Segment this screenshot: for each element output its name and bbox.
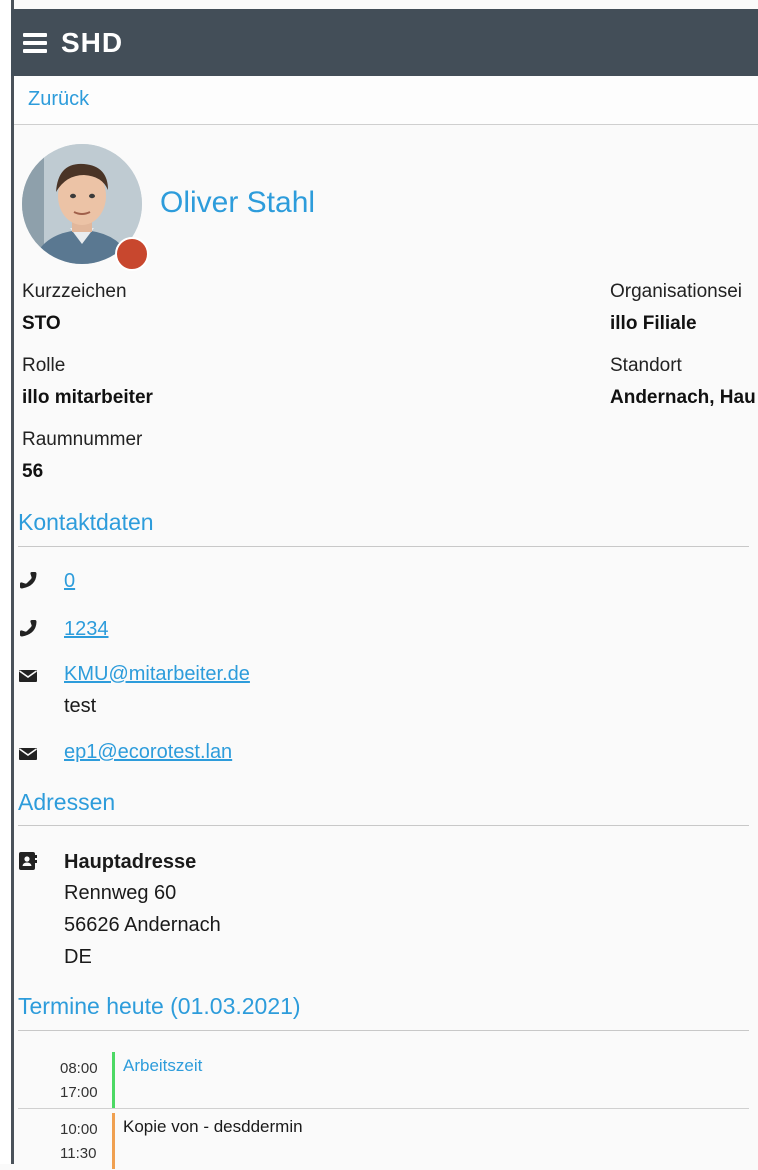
- appointment-start-time: 10:00: [60, 1121, 98, 1138]
- field-value-standort: Andernach, Hau: [610, 387, 756, 408]
- status-indicator: [115, 237, 149, 271]
- field-label-standort: Standort: [610, 355, 682, 376]
- appointment-row[interactable]: 10:00 11:30 Kopie von - desddermin: [18, 1109, 749, 1170]
- section-title-addresses: Adressen: [18, 789, 116, 815]
- app-header: SHD: [11, 9, 758, 76]
- appointment-row[interactable]: 08:00 17:00 Arbeitszeit: [18, 1048, 749, 1109]
- appointment-end-time: 17:00: [60, 1084, 98, 1101]
- appointment-end-time: 11:30: [60, 1145, 97, 1162]
- address-card-icon: [19, 852, 37, 870]
- person-name: Oliver Stahl: [160, 186, 316, 219]
- appointment-color-bar: [112, 1113, 115, 1169]
- phone-icon: [20, 572, 37, 589]
- back-link[interactable]: Zurück: [28, 88, 89, 111]
- phone-icon: [20, 620, 37, 637]
- section-divider: [18, 546, 749, 547]
- appointment-color-bar: [112, 1052, 115, 1108]
- contact-email-link[interactable]: KMU@mitarbeiter.de: [64, 663, 250, 686]
- section-divider: [18, 825, 749, 826]
- contact-email-link[interactable]: ep1@ecorotest.lan: [64, 741, 232, 764]
- address-label: Hauptadresse: [64, 851, 197, 873]
- field-label-raumnummer: Raumnummer: [22, 429, 143, 450]
- contact-phone-link[interactable]: 1234: [64, 618, 109, 641]
- sub-navigation-bar: Zurück: [14, 76, 758, 125]
- field-label-organisationseinheit: Organisationsei: [610, 281, 743, 302]
- hamburger-menu-icon[interactable]: [23, 32, 47, 53]
- envelope-icon: [19, 670, 37, 682]
- appointment-title[interactable]: Kopie von - desddermin: [123, 1117, 303, 1137]
- window-left-edge: [0, 0, 11, 1164]
- contact-phone-link[interactable]: 0: [64, 570, 75, 593]
- field-label-rolle: Rolle: [22, 355, 66, 376]
- address-street: Rennweg 60: [64, 882, 177, 904]
- field-value-rolle: illo mitarbeiter: [22, 387, 153, 408]
- app-brand: SHD: [61, 26, 124, 58]
- field-value-organisationseinheit: illo Filiale: [610, 313, 697, 334]
- section-title-contact: Kontaktdaten: [18, 509, 154, 535]
- address-country: DE: [64, 946, 92, 968]
- field-value-raumnummer: 56: [22, 461, 44, 482]
- section-title-appointments: Termine heute (01.03.2021): [18, 993, 301, 1019]
- envelope-icon: [19, 748, 37, 760]
- address-city: 56626 Andernach: [64, 914, 221, 936]
- section-divider: [18, 1030, 749, 1031]
- appointment-start-time: 08:00: [60, 1060, 98, 1077]
- appointment-title[interactable]: Arbeitszeit: [123, 1056, 202, 1076]
- window-left-border: [11, 0, 14, 1164]
- contact-email-note: test: [64, 695, 97, 717]
- field-value-kurzzeichen: STO: [22, 313, 61, 334]
- field-label-kurzzeichen: Kurzzeichen: [22, 281, 127, 302]
